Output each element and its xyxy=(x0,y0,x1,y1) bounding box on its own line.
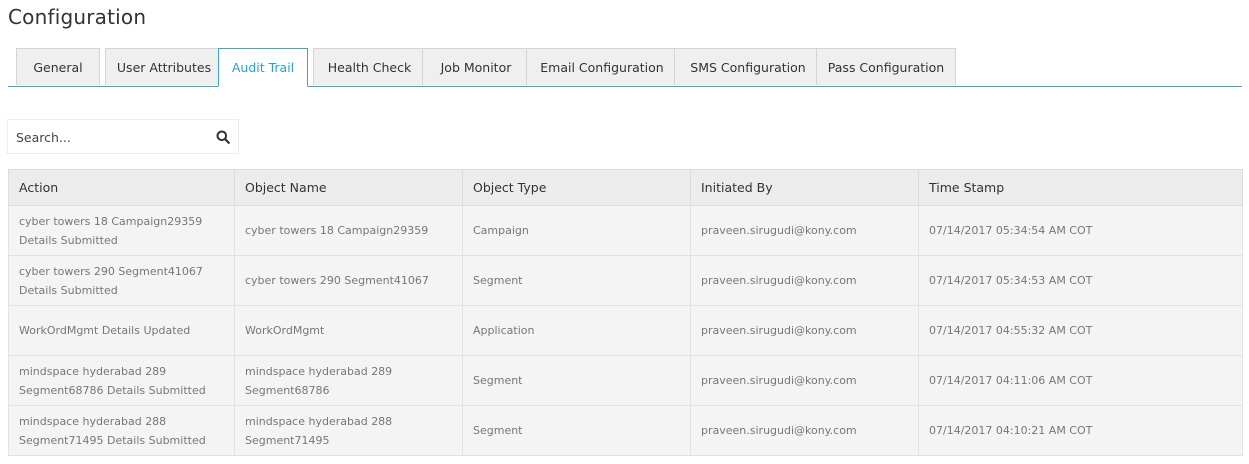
cell-object-name: cyber towers 18 Campaign29359 xyxy=(234,205,463,256)
column-header-action[interactable]: Action xyxy=(8,169,235,206)
table-row[interactable]: mindspace hyderabad 289 Segment68786 Det… xyxy=(8,355,1243,406)
column-header-object-name[interactable]: Object Name xyxy=(234,169,463,206)
tab-email-configuration[interactable]: Email Configuration xyxy=(526,48,678,85)
tab-job-monitor[interactable]: Job Monitor xyxy=(422,48,530,85)
column-header-initiated-by[interactable]: Initiated By xyxy=(690,169,919,206)
tab-bar: General User Attributes Audit Trail Heal… xyxy=(8,48,1242,87)
cell-action: WorkOrdMgmt Details Updated xyxy=(8,305,235,356)
table-row[interactable]: cyber towers 290 Segment41067 Details Su… xyxy=(8,255,1243,306)
cell-object-name: cyber towers 290 Segment41067 xyxy=(234,255,463,306)
cell-object-type: Segment xyxy=(462,255,691,306)
cell-time-stamp: 07/14/2017 04:10:21 AM COT xyxy=(918,405,1243,456)
tab-pass-configuration[interactable]: Pass Configuration xyxy=(816,48,956,85)
column-header-object-type[interactable]: Object Type xyxy=(462,169,691,206)
tab-user-attributes[interactable]: User Attributes xyxy=(105,48,223,85)
cell-object-type: Campaign xyxy=(462,205,691,256)
cell-action: cyber towers 18 Campaign29359 Details Su… xyxy=(8,205,235,256)
tab-sms-configuration[interactable]: SMS Configuration xyxy=(674,48,822,85)
configuration-page: Configuration General User Attributes Au… xyxy=(0,0,1249,464)
cell-time-stamp: 07/14/2017 05:34:54 AM COT xyxy=(918,205,1243,256)
cell-time-stamp: 07/14/2017 05:34:53 AM COT xyxy=(918,255,1243,306)
cell-initiated-by: praveen.sirugudi@kony.com xyxy=(690,355,919,406)
cell-initiated-by: praveen.sirugudi@kony.com xyxy=(690,205,919,256)
cell-initiated-by: praveen.sirugudi@kony.com xyxy=(690,405,919,456)
tab-audit-trail[interactable]: Audit Trail xyxy=(218,48,308,87)
table-row[interactable]: WorkOrdMgmt Details Updated WorkOrdMgmt … xyxy=(8,305,1243,356)
cell-object-name: mindspace hyderabad 288 Segment71495 xyxy=(234,405,463,456)
column-header-time-stamp[interactable]: Time Stamp xyxy=(918,169,1243,206)
cell-action: cyber towers 290 Segment41067 Details Su… xyxy=(8,255,235,306)
cell-object-type: Segment xyxy=(462,405,691,456)
cell-object-name: mindspace hyderabad 289 Segment68786 xyxy=(234,355,463,406)
cell-time-stamp: 07/14/2017 04:55:32 AM COT xyxy=(918,305,1243,356)
table-row[interactable]: cyber towers 18 Campaign29359 Details Su… xyxy=(8,205,1243,256)
audit-trail-table: Action Object Name Object Type Initiated… xyxy=(8,169,1243,456)
cell-action: mindspace hyderabad 288 Segment71495 Det… xyxy=(8,405,235,456)
search-icon[interactable] xyxy=(216,130,230,144)
page-title: Configuration xyxy=(8,5,147,29)
tab-general[interactable]: General xyxy=(16,48,100,85)
cell-object-type: Segment xyxy=(462,355,691,406)
table-row[interactable]: mindspace hyderabad 288 Segment71495 Det… xyxy=(8,405,1243,456)
search-input[interactable] xyxy=(16,128,196,146)
cell-time-stamp: 07/14/2017 04:11:06 AM COT xyxy=(918,355,1243,406)
cell-initiated-by: praveen.sirugudi@kony.com xyxy=(690,255,919,306)
table-header-row: Action Object Name Object Type Initiated… xyxy=(8,169,1243,206)
cell-object-name: WorkOrdMgmt xyxy=(234,305,463,356)
cell-action: mindspace hyderabad 289 Segment68786 Det… xyxy=(8,355,235,406)
tab-health-check[interactable]: Health Check xyxy=(313,48,426,85)
search-box xyxy=(7,119,239,154)
cell-initiated-by: praveen.sirugudi@kony.com xyxy=(690,305,919,356)
cell-object-type: Application xyxy=(462,305,691,356)
